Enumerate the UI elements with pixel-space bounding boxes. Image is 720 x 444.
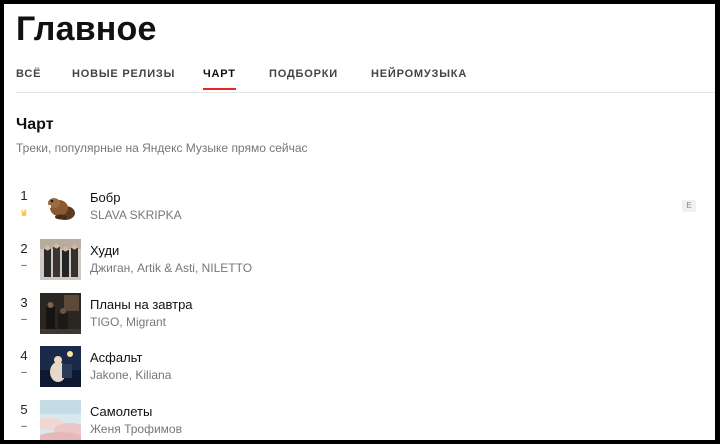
section-subtitle: Треки, популярные на Яндекс Музыке прямо… xyxy=(16,141,308,155)
track-row[interactable]: 1 ♛ Бобр SLAVA SKRIPKA E xyxy=(16,186,706,232)
tab-all[interactable]: ВСЁ xyxy=(16,68,41,80)
page-title: Главное xyxy=(16,10,157,48)
tab-chart[interactable]: ЧАРТ xyxy=(203,68,236,90)
track-title[interactable]: Самолеты xyxy=(90,404,152,419)
app-frame: Главное ВСЁ НОВЫЕ РЕЛИЗЫ ЧАРТ ПОДБОРКИ Н… xyxy=(4,4,715,440)
tab-collections[interactable]: ПОДБОРКИ xyxy=(269,68,338,80)
track-row[interactable]: 3 – Планы на завтра TIGO, Migrant xyxy=(16,293,706,339)
track-artist[interactable]: Джиган, Artik & Asti, NILETTO xyxy=(90,261,252,275)
tabs-bar: ВСЁ НОВЫЕ РЕЛИЗЫ ЧАРТ ПОДБОРКИ НЕЙРОМУЗЫ… xyxy=(16,68,715,93)
night-photo-icon[interactable] xyxy=(40,346,81,387)
track-artist[interactable]: Женя Трофимов xyxy=(90,422,182,436)
trend-flat-icon: – xyxy=(21,421,27,432)
track-row[interactable]: 5 – Самолеты Женя Трофимов xyxy=(16,400,706,440)
crown-icon: ♛ xyxy=(19,208,29,218)
section-title: Чарт xyxy=(16,116,54,133)
track-title[interactable]: Худи xyxy=(90,243,119,258)
tab-new-releases[interactable]: НОВЫЕ РЕЛИЗЫ xyxy=(72,68,175,80)
trend-flat-icon: – xyxy=(21,314,27,325)
sky-photo-icon[interactable] xyxy=(40,400,81,440)
track-rank: 4 xyxy=(20,348,28,363)
dark-photo-icon[interactable] xyxy=(40,293,81,334)
track-rank: 2 xyxy=(20,241,28,256)
trend-flat-icon: – xyxy=(21,367,27,378)
track-title[interactable]: Асфальт xyxy=(90,350,142,365)
tab-neuromusic[interactable]: НЕЙРОМУЗЫКА xyxy=(371,68,467,80)
track-artist[interactable]: SLAVA SKRIPKA xyxy=(90,208,182,222)
group-photo-icon[interactable] xyxy=(40,239,81,280)
explicit-badge: E xyxy=(682,200,696,212)
track-row[interactable]: 2 – Худи Джиган, Artik & Asti, NILETTO xyxy=(16,239,706,285)
track-title[interactable]: Планы на завтра xyxy=(90,297,193,312)
track-artist[interactable]: TIGO, Migrant xyxy=(90,315,166,329)
track-rank: 5 xyxy=(20,402,28,417)
track-row[interactable]: 4 – Асфальт Jakone, Kiliana xyxy=(16,346,706,392)
beaver-icon[interactable] xyxy=(40,186,81,227)
track-title[interactable]: Бобр xyxy=(90,190,120,205)
track-artist[interactable]: Jakone, Kiliana xyxy=(90,368,171,382)
track-rank: 1 xyxy=(20,188,28,203)
trend-flat-icon: – xyxy=(21,260,27,271)
track-rank: 3 xyxy=(20,295,28,310)
